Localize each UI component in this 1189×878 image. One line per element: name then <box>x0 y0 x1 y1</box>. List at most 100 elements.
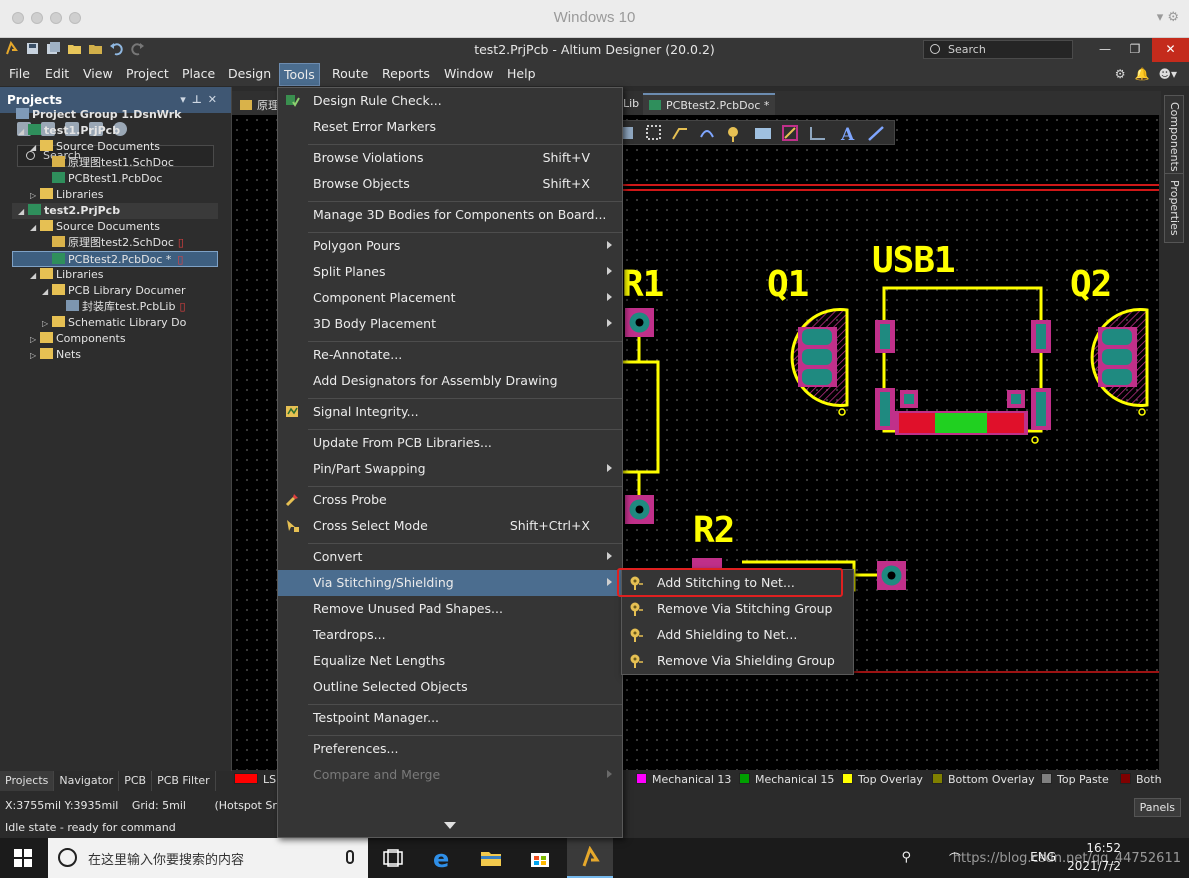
menu-item-outline-selected-objects[interactable]: Outline Selected Objects <box>278 674 622 700</box>
layer-tab-top-paste[interactable]: Top Paste <box>1041 773 1109 786</box>
menu-route[interactable]: Route <box>332 66 368 81</box>
app-search-field[interactable]: Search <box>923 40 1073 59</box>
microphone-icon[interactable] <box>346 850 354 864</box>
tree-item-source-documents[interactable]: ◢ Source Documents <box>12 139 218 155</box>
layer-tab-bottom-overlay[interactable]: Bottom Overlay <box>932 773 1035 786</box>
menu-view[interactable]: View <box>83 66 113 81</box>
menu-reports[interactable]: Reports <box>382 66 430 81</box>
layer-tab-both[interactable]: Both <box>1120 773 1162 786</box>
expand-arrow-icon[interactable]: ◢ <box>18 204 28 220</box>
tree-item-pcblib[interactable]: 封装库test.PcbLib ▯ <box>12 299 218 315</box>
menu-item-pin-part-swapping[interactable]: Pin/Part Swapping <box>278 456 622 482</box>
tree-item-source-documents[interactable]: ◢ Source Documents <box>12 219 218 235</box>
windows-start-icon[interactable] <box>14 849 32 867</box>
tab-properties[interactable]: Properties <box>1164 173 1184 243</box>
vm-controls[interactable]: ▾ ⚙ <box>1157 10 1179 25</box>
minimize-button[interactable]: — <box>1090 38 1120 62</box>
menu-item-cross-select-mode[interactable]: Cross Select Mode Shift+Ctrl+X <box>278 513 622 539</box>
layer-tab-top-overlay[interactable]: Top Overlay <box>842 773 923 786</box>
collapse-arrow-icon[interactable]: ▷ <box>30 188 40 204</box>
layer-tab-mechanical-15[interactable]: Mechanical 15 <box>739 773 834 786</box>
menu-place[interactable]: Place <box>182 66 215 81</box>
menu-item-split-planes[interactable]: Split Planes <box>278 259 622 285</box>
submenu-item-remove-via-stitching-group[interactable]: Remove Via Stitching Group <box>622 596 853 622</box>
tree-item-test1-project[interactable]: ◢ test1.PrjPcb <box>12 123 218 139</box>
menu-help[interactable]: Help <box>507 66 536 81</box>
layer-tab-mechanical-13[interactable]: Mechanical 13 <box>636 773 731 786</box>
tree-item-components[interactable]: ▷ Components <box>12 331 218 347</box>
tab-components[interactable]: Components <box>1164 95 1184 179</box>
fill-icon[interactable] <box>755 128 771 139</box>
doc-tab-pcb-active[interactable]: PCBtest2.PcbDoc * <box>643 93 776 115</box>
file-explorer-icon[interactable] <box>479 846 503 870</box>
restore-button[interactable]: ❐ <box>1120 38 1150 62</box>
menu-edit[interactable]: Edit <box>45 66 69 81</box>
tree-item-libraries[interactable]: ▷ Libraries <box>12 187 218 203</box>
scroll-down-arrow-icon[interactable] <box>444 822 456 829</box>
menu-item-3d-body-placement[interactable]: 3D Body Placement <box>278 311 622 337</box>
designator-usb1[interactable]: USB1 <box>872 240 956 281</box>
menu-item-teardrops[interactable]: Teardrops... <box>278 622 622 648</box>
tab-pcb-filter[interactable]: PCB Filter <box>152 771 216 791</box>
taskbar-search-box[interactable]: 在这里输入你要搜索的内容 <box>48 838 368 878</box>
tab-navigator[interactable]: Navigator <box>54 771 120 791</box>
tree-item-pcbdoc[interactable]: PCBtest1.PcbDoc <box>12 171 218 187</box>
taskbar-altium-app[interactable] <box>567 838 613 878</box>
filter-icon[interactable] <box>623 127 633 139</box>
panel-controls[interactable]: ▾⊥✕ <box>180 93 223 106</box>
submenu-item-add-shielding-to-net[interactable]: Add Shielding to Net... <box>622 622 853 648</box>
user-icon[interactable]: ☻▾ <box>1158 67 1177 81</box>
tree-item-schematic-library-documents[interactable]: ▷ Schematic Library Do <box>12 315 218 331</box>
menu-item-remove-unused-pad-shapes[interactable]: Remove Unused Pad Shapes... <box>278 596 622 622</box>
tree-item-schdoc[interactable]: 原理图test2.SchDoc ▯ <box>12 235 218 251</box>
tree-item-test2-project[interactable]: ◢ test2.PrjPcb <box>12 203 218 219</box>
line-icon[interactable] <box>868 126 884 141</box>
menu-item-preferences[interactable]: Preferences... <box>278 736 622 762</box>
layer-tab-ls[interactable]: LS <box>234 773 276 786</box>
select-icon[interactable] <box>646 125 661 140</box>
expand-arrow-icon[interactable]: ◢ <box>30 268 40 284</box>
tree-item-schdoc[interactable]: 原理图test1.SchDoc <box>12 155 218 171</box>
tab-pcb[interactable]: PCB <box>119 771 153 791</box>
route-icon[interactable] <box>672 128 687 140</box>
via-icon[interactable] <box>728 127 738 142</box>
store-icon[interactable] <box>528 846 552 870</box>
menu-item-testpoint-manager[interactable]: Testpoint Manager... <box>278 705 622 731</box>
menu-item-reset-error-markers[interactable]: Reset Error Markers <box>278 114 622 140</box>
menu-item-manage-3d-bodies[interactable]: Manage 3D Bodies for Components on Board… <box>278 202 622 228</box>
dimension-icon[interactable] <box>810 127 825 140</box>
menu-item-component-placement[interactable]: Component Placement <box>278 285 622 311</box>
people-icon[interactable]: ⚲ <box>901 850 911 865</box>
expand-arrow-icon[interactable]: ◢ <box>30 220 40 236</box>
menu-item-re-annotate[interactable]: Re-Annotate... <box>278 342 622 368</box>
expand-arrow-icon[interactable]: ◢ <box>30 140 40 156</box>
collapse-arrow-icon[interactable]: ▷ <box>30 348 40 364</box>
designator-r1[interactable]: R1 <box>622 264 664 305</box>
tree-item-pcbdoc-selected[interactable]: PCBtest2.PcbDoc * ▯ <box>12 251 218 267</box>
bell-icon[interactable]: 🔔 <box>1135 67 1150 81</box>
menu-item-polygon-pours[interactable]: Polygon Pours <box>278 233 622 259</box>
menu-item-browse-violations[interactable]: Browse Violations Shift+V <box>278 145 622 171</box>
keepout-icon[interactable] <box>782 125 798 141</box>
diff-pair-icon[interactable] <box>700 130 714 138</box>
collapse-arrow-icon[interactable]: ▷ <box>42 316 52 332</box>
tree-item-pcb-library-documents[interactable]: ◢ PCB Library Documer <box>12 283 218 299</box>
designator-q1[interactable]: Q1 <box>767 264 809 305</box>
expand-arrow-icon[interactable]: ◢ <box>18 124 28 140</box>
panels-button[interactable]: Panels <box>1133 798 1181 817</box>
tree-item-project-group[interactable]: Project Group 1.DsnWrk <box>12 107 218 123</box>
designator-r2[interactable]: R2 <box>693 510 735 551</box>
menu-item-browse-objects[interactable]: Browse Objects Shift+X <box>278 171 622 197</box>
menu-item-add-designators[interactable]: Add Designators for Assembly Drawing <box>278 368 622 394</box>
tab-projects[interactable]: Projects <box>0 771 55 791</box>
expand-arrow-icon[interactable]: ◢ <box>42 284 52 300</box>
tree-item-nets[interactable]: ▷ Nets <box>12 347 218 363</box>
gear-icon[interactable]: ⚙ <box>1115 67 1126 81</box>
designator-q2[interactable]: Q2 <box>1070 264 1112 305</box>
menu-item-convert[interactable]: Convert <box>278 544 622 570</box>
close-button[interactable]: ✕ <box>1152 38 1189 62</box>
menu-item-design-rule-check[interactable]: Design Rule Check... <box>278 88 622 114</box>
edge-browser-icon[interactable]: e <box>431 846 455 870</box>
menu-item-cross-probe[interactable]: Cross Probe <box>278 487 622 513</box>
submenu-item-remove-via-shielding-group[interactable]: Remove Via Shielding Group <box>622 648 853 674</box>
